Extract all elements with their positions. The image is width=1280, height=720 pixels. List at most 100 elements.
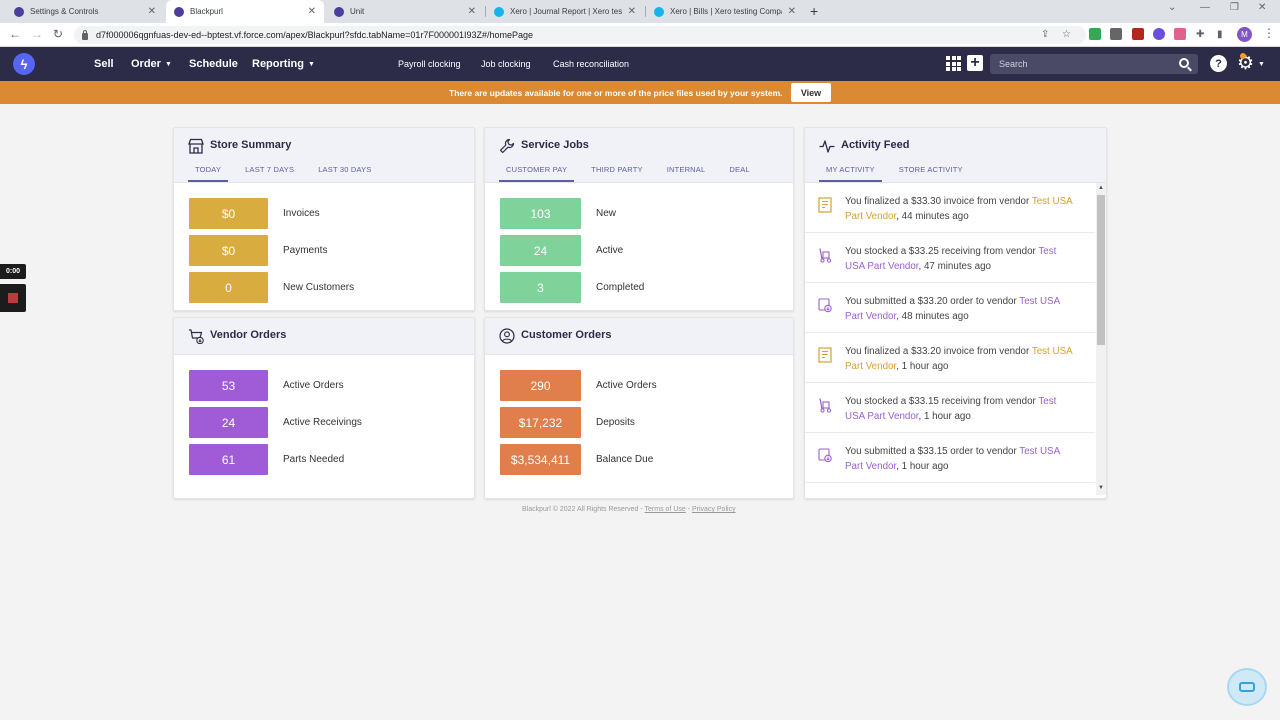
wrench-icon — [499, 138, 515, 154]
browser-tab[interactable]: Unit ✕ — [326, 0, 484, 23]
recording-timer: 0:00 — [0, 264, 26, 279]
browser-tab-title: Unit — [350, 7, 365, 16]
page-footer: Blackpurl © 2022 All Rights Reserved - T… — [522, 506, 736, 513]
new-tab-icon[interactable]: + — [810, 3, 818, 19]
side-panel-icon[interactable]: ▮ — [1217, 29, 1223, 40]
chevron-down-icon[interactable]: ▼ — [1258, 61, 1265, 68]
apps-grid-icon[interactable] — [946, 56, 961, 71]
stat-row[interactable]: 103 New — [500, 198, 616, 229]
help-button[interactable]: ? — [1210, 55, 1227, 72]
stat-row[interactable]: 0 New Customers — [189, 272, 354, 303]
activity-item[interactable]: You submitted a $33.20 order to vendor T… — [805, 283, 1095, 333]
stat-row[interactable]: $0 Invoices — [189, 198, 320, 229]
extension-icon[interactable] — [1153, 28, 1165, 40]
bookmark-star-icon[interactable]: ☆ — [1062, 29, 1071, 40]
add-button[interactable]: + — [967, 55, 983, 71]
activity-feed-scrollbar[interactable]: ▲ ▼ — [1096, 183, 1106, 495]
stat-label: Payments — [283, 245, 328, 256]
view-button[interactable]: View — [791, 83, 831, 102]
nav-schedule[interactable]: Schedule — [189, 58, 238, 70]
share-icon[interactable]: ⇪ — [1041, 29, 1049, 40]
stat-row[interactable]: $17,232 Deposits — [500, 407, 635, 438]
activity-item[interactable]: You finalized a $33.30 invoice from vend… — [805, 183, 1095, 233]
tab-last-7-days[interactable]: LAST 7 DAYS — [238, 165, 301, 182]
privacy-policy-link[interactable]: Privacy Policy — [692, 506, 736, 513]
terms-of-use-link[interactable]: Terms of Use — [645, 506, 686, 513]
stop-recording-button[interactable] — [0, 284, 26, 312]
activity-item[interactable]: You submitted a $33.15 order to vendor T… — [805, 433, 1095, 483]
restore-icon[interactable]: ❐ — [1230, 2, 1239, 13]
card-tabs: MY ACTIVITY STORE ACTIVITY — [819, 165, 980, 182]
activity-time: , 47 minutes ago — [918, 261, 991, 272]
tab-deal[interactable]: DEAL — [722, 165, 756, 182]
tab-my-activity[interactable]: MY ACTIVITY — [819, 165, 882, 182]
extension-icon[interactable] — [1110, 28, 1122, 40]
browser-tab-active[interactable]: Blackpurl ✕ — [166, 0, 324, 23]
tab-third-party[interactable]: THIRD PARTY — [584, 165, 650, 182]
reload-icon[interactable]: ↻ — [53, 27, 63, 41]
close-icon[interactable]: ✕ — [628, 6, 636, 17]
banner-message: There are updates available for one or m… — [449, 88, 783, 98]
profile-avatar[interactable]: M — [1237, 27, 1252, 42]
stat-row[interactable]: 53 Active Orders — [189, 370, 344, 401]
activity-item[interactable]: You stocked a $33.25 receiving from vend… — [805, 233, 1095, 283]
nav-job-clocking[interactable]: Job clocking — [481, 59, 531, 69]
url-text: d7f000006qgnfuas-dev-ed--bptest.vf.force… — [96, 30, 534, 40]
drive-extension-icon[interactable] — [1089, 28, 1101, 40]
extensions-puzzle-icon[interactable]: ✚ — [1196, 29, 1204, 40]
tab-last-30-days[interactable]: LAST 30 DAYS — [311, 165, 378, 182]
card-title: Store Summary — [210, 139, 292, 151]
chat-button[interactable] — [1227, 668, 1267, 706]
stat-value: $0 — [189, 198, 268, 229]
stat-value: 61 — [189, 444, 268, 475]
tab-today[interactable]: TODAY — [188, 165, 229, 182]
activity-feed-list[interactable]: You finalized a $33.30 invoice from vend… — [805, 183, 1095, 495]
stat-row[interactable]: 290 Active Orders — [500, 370, 657, 401]
stat-row[interactable]: 61 Parts Needed — [189, 444, 344, 475]
search-input[interactable]: Search — [990, 54, 1198, 74]
stat-value: 53 — [189, 370, 268, 401]
tab-customer-pay[interactable]: CUSTOMER PAY — [499, 165, 575, 182]
nav-order[interactable]: Order ▼ — [131, 58, 172, 70]
browser-tab[interactable]: Settings & Controls ✕ — [6, 0, 164, 23]
extension-icon[interactable] — [1132, 28, 1144, 40]
scroll-up-icon[interactable]: ▲ — [1098, 185, 1104, 191]
forward-icon[interactable]: → — [31, 27, 43, 41]
tab-search-icon[interactable]: ⌄ — [1168, 2, 1176, 13]
scroll-thumb[interactable] — [1097, 195, 1105, 345]
stat-row[interactable]: $3,534,411 Balance Due — [500, 444, 653, 475]
blackpurl-logo-icon[interactable]: ϟ — [13, 53, 35, 75]
close-icon[interactable]: ✕ — [468, 6, 476, 17]
minimize-icon[interactable]: — — [1200, 2, 1210, 13]
browser-tab[interactable]: Xero | Bills | Xero testing Compa ✕ — [646, 0, 804, 23]
stat-value: $17,232 — [500, 407, 581, 438]
scroll-down-icon[interactable]: ▼ — [1098, 485, 1104, 491]
stat-value: $0 — [189, 235, 268, 266]
stat-row[interactable]: 3 Completed — [500, 272, 644, 303]
close-icon[interactable]: ✕ — [148, 6, 156, 17]
stat-row[interactable]: 24 Active Receivings — [189, 407, 362, 438]
nav-cash-reconciliation[interactable]: Cash reconciliation — [553, 59, 629, 69]
nav-reporting[interactable]: Reporting ▼ — [252, 58, 315, 70]
browser-menu-icon[interactable]: ⋮ — [1263, 26, 1275, 40]
back-icon[interactable]: ← — [9, 27, 21, 41]
address-bar[interactable]: d7f000006qgnfuas-dev-ed--bptest.vf.force… — [74, 26, 1086, 44]
activity-time: , 48 minutes ago — [896, 311, 969, 322]
nav-payroll-clocking[interactable]: Payroll clocking — [398, 59, 461, 69]
close-icon[interactable]: ✕ — [308, 6, 316, 17]
activity-prefix: You finalized a $33.30 invoice from vend… — [845, 196, 1032, 207]
activity-item[interactable]: You stocked a $33.15 receiving from vend… — [805, 383, 1095, 433]
search-icon[interactable] — [1179, 58, 1189, 68]
close-icon[interactable]: ✕ — [788, 6, 796, 17]
browser-tab[interactable]: Xero | Journal Report | Xero testi ✕ — [486, 0, 644, 23]
extension-icon[interactable] — [1174, 28, 1186, 40]
window-close-icon[interactable]: ✕ — [1258, 2, 1266, 13]
stat-label: New — [596, 208, 617, 219]
stat-row[interactable]: 24 Active — [500, 235, 623, 266]
tab-internal[interactable]: INTERNAL — [660, 165, 713, 182]
tab-store-activity[interactable]: STORE ACTIVITY — [892, 165, 970, 182]
stat-row[interactable]: $0 Payments — [189, 235, 327, 266]
activity-item[interactable]: You finalized a $33.20 invoice from vend… — [805, 333, 1095, 383]
nav-sell[interactable]: Sell — [94, 58, 114, 70]
browser-tab-strip: Settings & Controls ✕ Blackpurl ✕ Unit ✕… — [0, 0, 1280, 23]
